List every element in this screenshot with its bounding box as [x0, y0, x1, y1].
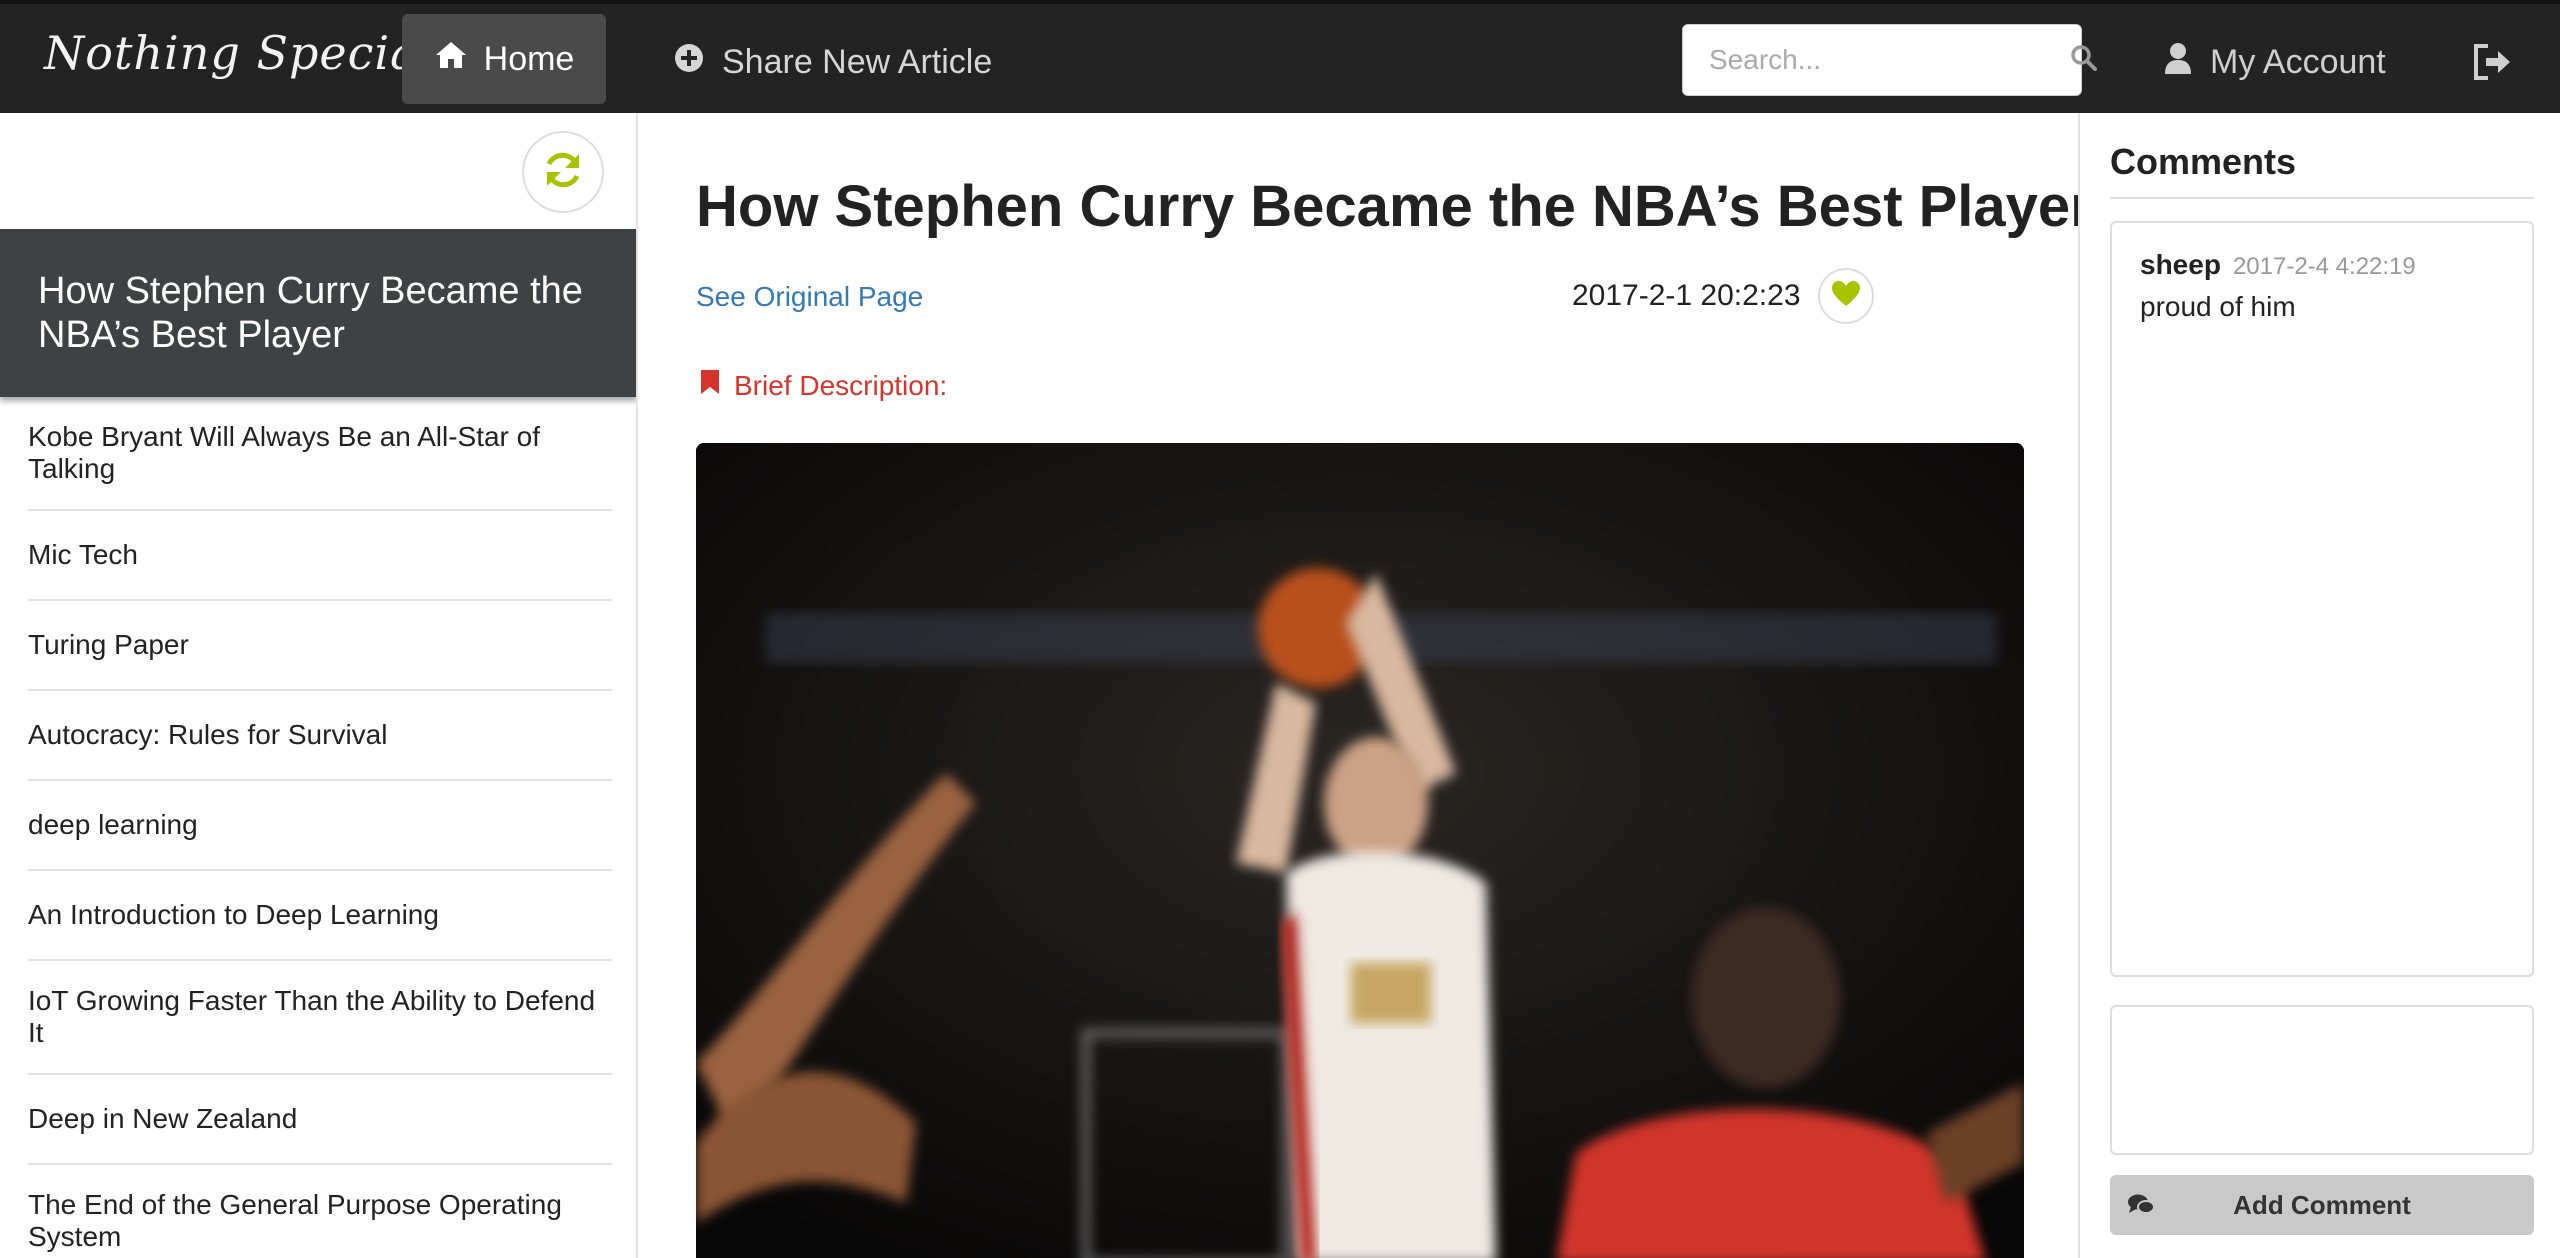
- comment-text: proud of him: [2140, 291, 2296, 322]
- bookmark-icon: [700, 369, 720, 402]
- top-navbar: Nothing Special Home Share New Article M…: [0, 0, 2560, 113]
- add-comment-label: Add Comment: [2233, 1189, 2411, 1220]
- article-image: [696, 443, 2024, 1258]
- heart-icon: [1831, 280, 1861, 313]
- brief-description-label: Brief Description:: [734, 369, 948, 401]
- my-account-link[interactable]: My Account: [2164, 24, 2386, 100]
- my-account-label: My Account: [2210, 42, 2386, 81]
- article-main: How Stephen Curry Became the NBA’s Best …: [640, 113, 2078, 1258]
- refresh-button[interactable]: [522, 131, 604, 213]
- article-sidebar: How Stephen Curry Became the NBA’s Best …: [0, 113, 638, 1258]
- article-list-item[interactable]: Mic Tech: [28, 511, 612, 601]
- article-list: Kobe Bryant Will Always Be an All-Star o…: [28, 397, 612, 1258]
- article-list-item[interactable]: Kobe Bryant Will Always Be an All-Star o…: [28, 397, 612, 511]
- article-list-item[interactable]: An Introduction to Deep Learning: [28, 871, 612, 961]
- add-comment-button[interactable]: Add Comment: [2110, 1175, 2534, 1235]
- article-list-item[interactable]: Autocracy: Rules for Survival: [28, 691, 612, 781]
- brand-logo[interactable]: Nothing Special: [44, 26, 434, 80]
- brief-description: Brief Description:: [700, 369, 947, 402]
- active-article-item[interactable]: How Stephen Curry Became the NBA’s Best …: [0, 229, 636, 397]
- nav-share-label: Share New Article: [722, 42, 993, 81]
- article-list-item[interactable]: Turing Paper: [28, 601, 612, 691]
- search-input[interactable]: [1709, 44, 2070, 76]
- comment-input[interactable]: [2110, 1005, 2534, 1155]
- comment-list: sheep 2017-2-4 4:22:19 proud of him: [2110, 221, 2534, 977]
- search-icon[interactable]: [2070, 44, 2098, 77]
- like-button[interactable]: [1818, 268, 1874, 324]
- nav-home-label: Home: [483, 39, 575, 78]
- article-date: 2017-2-1 20:2:23: [1572, 279, 1801, 312]
- plus-circle-icon: [674, 43, 704, 82]
- comments-heading: Comments: [2110, 141, 2534, 199]
- nav-share-article-button[interactable]: Share New Article: [674, 24, 992, 100]
- nav-home-button[interactable]: Home: [402, 14, 606, 104]
- article-list-item[interactable]: The End of the General Purpose Operating…: [28, 1165, 612, 1258]
- comment-header: sheep 2017-2-4 4:22:19: [2140, 249, 2504, 281]
- comment-author: sheep: [2140, 249, 2221, 280]
- article-list-item[interactable]: IoT Growing Faster Than the Ability to D…: [28, 961, 612, 1075]
- comments-panel: Comments sheep 2017-2-4 4:22:19 proud of…: [2078, 113, 2560, 1258]
- article-list-item[interactable]: Deep in New Zealand: [28, 1075, 612, 1165]
- article-list-item[interactable]: deep learning: [28, 781, 612, 871]
- sign-out-icon[interactable]: [2470, 40, 2514, 84]
- search-box: [1682, 24, 2097, 96]
- user-icon: [2164, 42, 2192, 83]
- home-icon: [434, 40, 468, 79]
- comment-item: sheep 2017-2-4 4:22:19 proud of him: [2140, 249, 2504, 323]
- refresh-icon: [541, 148, 585, 197]
- see-original-page-link[interactable]: See Original Page: [696, 281, 923, 313]
- comments-icon: [2110, 1193, 2172, 1217]
- article-title: How Stephen Curry Became the NBA’s Best …: [696, 174, 2078, 239]
- comment-timestamp: 2017-2-4 4:22:19: [2232, 253, 2416, 280]
